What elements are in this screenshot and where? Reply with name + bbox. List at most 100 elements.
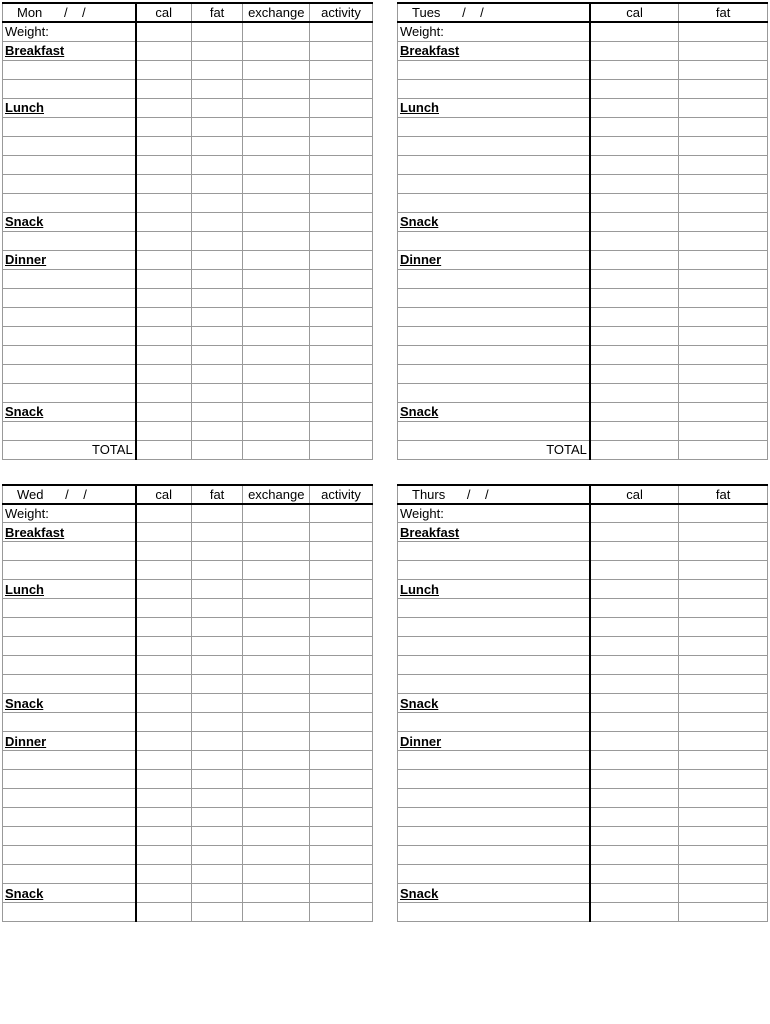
cell (191, 41, 243, 60)
section-dinner: Dinner (398, 732, 590, 751)
weight-label: Weight: (398, 22, 590, 41)
cell (136, 903, 192, 922)
cell (191, 364, 243, 383)
section-breakfast: Breakfast (3, 41, 136, 60)
cell (191, 770, 243, 789)
weight-label: Weight: (3, 504, 136, 523)
cell (310, 326, 373, 345)
section-snack: Snack (398, 884, 590, 903)
col-cal: cal (590, 3, 679, 22)
cell (679, 136, 768, 155)
cell (590, 732, 679, 751)
section-snack: Snack (3, 212, 136, 231)
cell (243, 675, 310, 694)
cell (679, 846, 768, 865)
cell (243, 523, 310, 542)
blank-desc (3, 827, 136, 846)
cell (310, 846, 373, 865)
blank-desc (398, 193, 590, 212)
blank-desc (3, 193, 136, 212)
cell (136, 751, 192, 770)
cell (191, 402, 243, 421)
cell (243, 364, 310, 383)
cell (136, 174, 192, 193)
cell (191, 808, 243, 827)
cell (310, 504, 373, 523)
cell (191, 637, 243, 656)
cell (679, 504, 768, 523)
blank-desc (3, 561, 136, 580)
cell (136, 713, 192, 732)
cell (136, 561, 192, 580)
cell (590, 808, 679, 827)
blank-desc (398, 364, 590, 383)
cell (590, 22, 679, 41)
blank-desc (398, 770, 590, 789)
cell (310, 364, 373, 383)
cell (243, 41, 310, 60)
cell (310, 770, 373, 789)
cell (590, 903, 679, 922)
cell (310, 884, 373, 903)
cell (136, 846, 192, 865)
cell (590, 193, 679, 212)
blank-desc (398, 865, 590, 884)
section-dinner: Dinner (398, 250, 590, 269)
cell (590, 60, 679, 79)
cell (310, 421, 373, 440)
cell (191, 542, 243, 561)
cell (243, 618, 310, 637)
cell (136, 732, 192, 751)
cell (679, 808, 768, 827)
blank-desc (398, 345, 590, 364)
cell (679, 637, 768, 656)
day-header-mon: Mon / / (3, 3, 136, 22)
blank-desc (398, 269, 590, 288)
cell (590, 98, 679, 117)
cell (310, 250, 373, 269)
blank-desc (3, 542, 136, 561)
cell (679, 732, 768, 751)
cell (310, 231, 373, 250)
cell (191, 193, 243, 212)
blank-desc (398, 307, 590, 326)
blank-desc (398, 383, 590, 402)
cell (590, 770, 679, 789)
cell (310, 193, 373, 212)
cell (310, 212, 373, 231)
day-table-mon: Mon / /calfatexchangeactivityWeight:Brea… (2, 2, 373, 460)
blank-desc (398, 288, 590, 307)
cell (679, 117, 768, 136)
cell (136, 250, 192, 269)
cell (243, 117, 310, 136)
cell (243, 345, 310, 364)
cell (136, 656, 192, 675)
section-snack: Snack (3, 402, 136, 421)
cell (243, 22, 310, 41)
cell (243, 846, 310, 865)
cell (243, 155, 310, 174)
blank-desc (398, 599, 590, 618)
cell (310, 561, 373, 580)
cell (310, 618, 373, 637)
cell (590, 364, 679, 383)
cell (590, 421, 679, 440)
blank-desc (3, 79, 136, 98)
cell (679, 402, 768, 421)
col-activity: activity (310, 3, 373, 22)
cell (590, 402, 679, 421)
cell (243, 656, 310, 675)
blank-desc (3, 618, 136, 637)
cell (679, 22, 768, 41)
blank-desc (398, 751, 590, 770)
cell (310, 713, 373, 732)
cell (191, 884, 243, 903)
day-table-wed: Wed / /calfatexchangeactivityWeight:Brea… (2, 484, 373, 923)
cell (310, 523, 373, 542)
blank-desc (398, 808, 590, 827)
cell (191, 504, 243, 523)
cell (590, 212, 679, 231)
cell (590, 580, 679, 599)
cell (243, 599, 310, 618)
col-cal: cal (136, 3, 192, 22)
